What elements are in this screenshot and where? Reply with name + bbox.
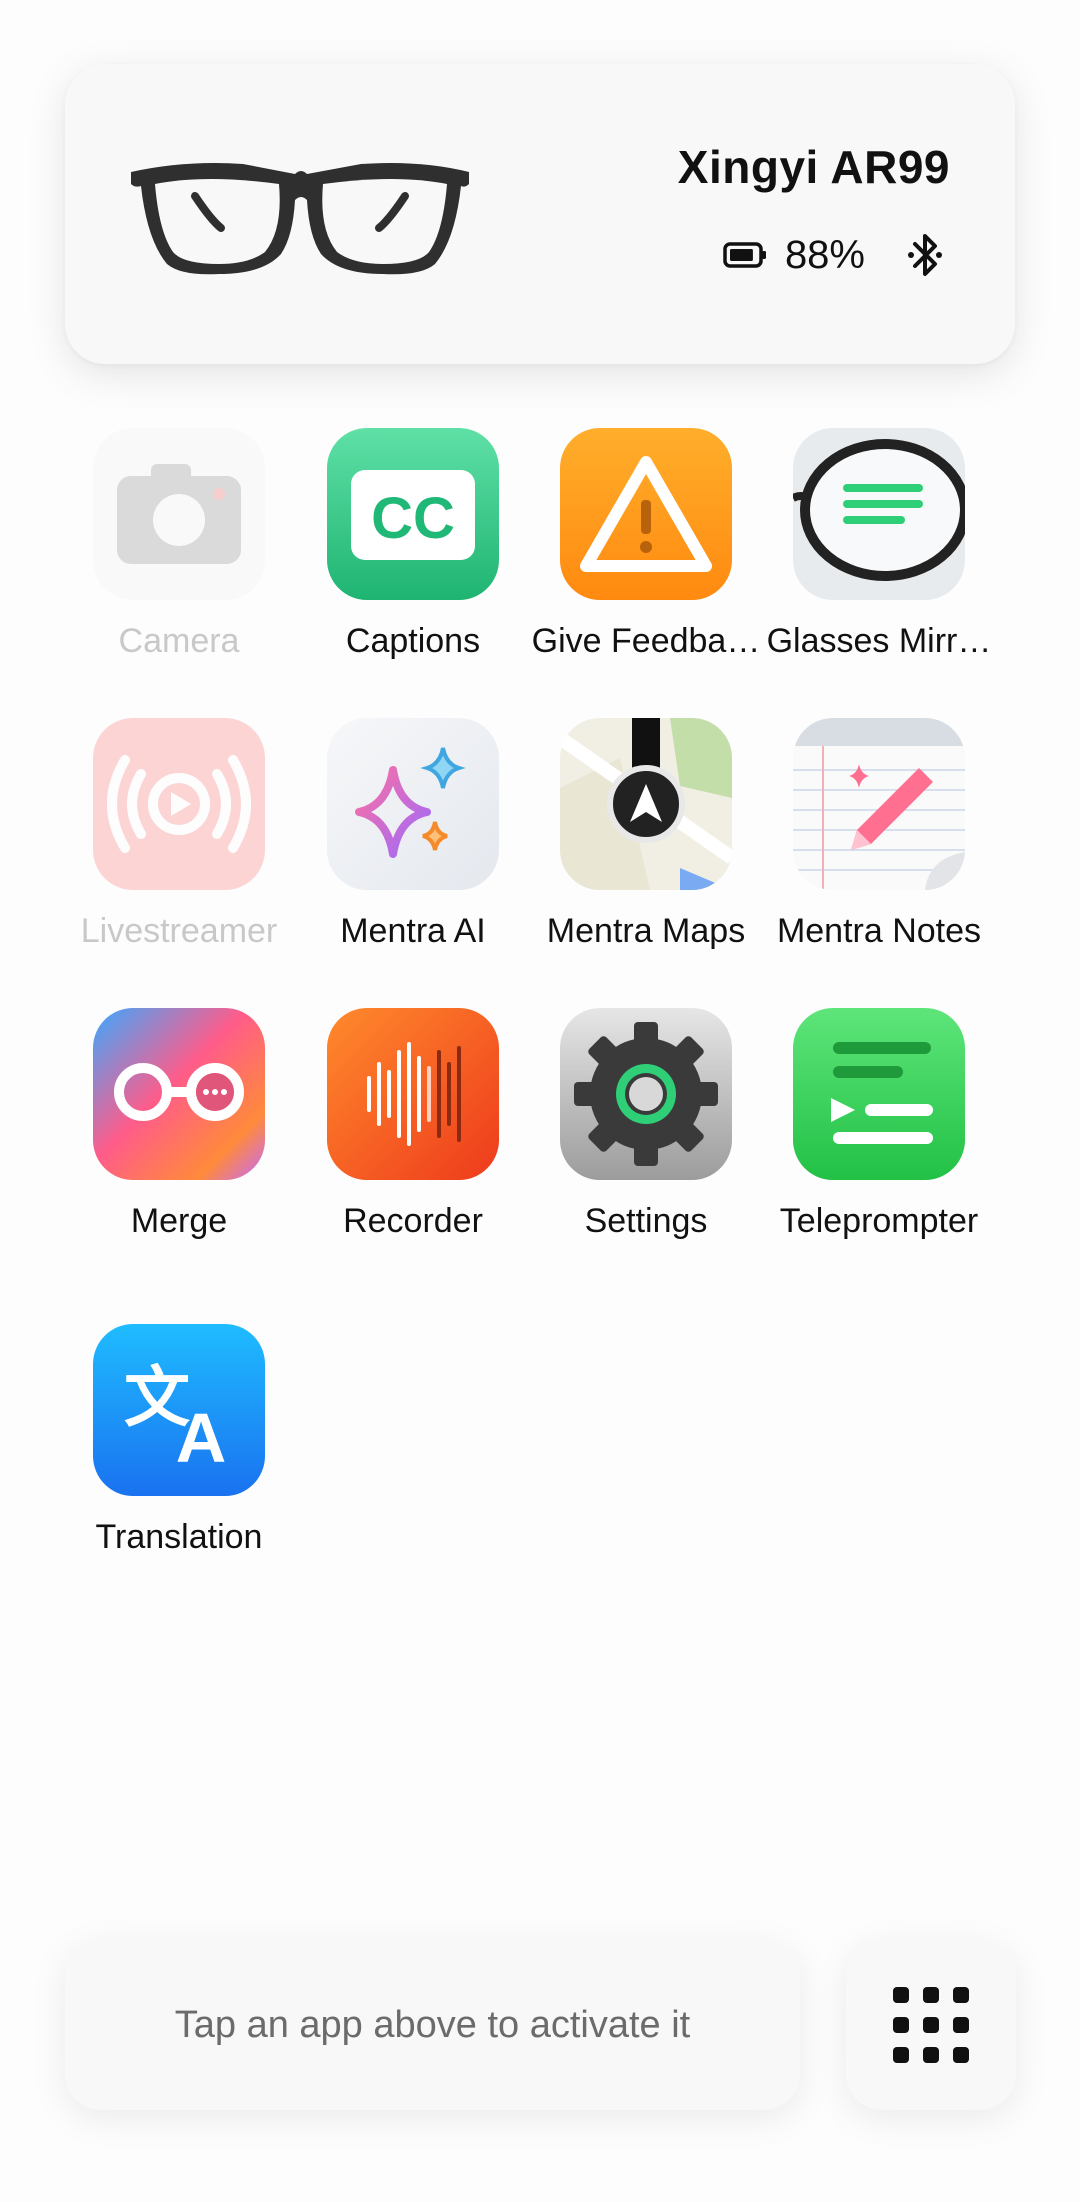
app-label: Settings: [584, 1202, 708, 1240]
battery-icon: [723, 242, 766, 268]
app-label: Mentra Notes: [776, 912, 982, 950]
app-label: Teleprompter: [779, 1202, 979, 1240]
app-recorder[interactable]: Recorder: [294, 1008, 532, 1241]
app-merge[interactable]: Merge: [60, 1008, 298, 1241]
app-livestreamer[interactable]: Livestreamer: [60, 718, 298, 951]
app-label: Camera: [118, 622, 240, 660]
device-card[interactable]: Xingyi AR99 88%: [65, 64, 1015, 364]
waveform-icon: [327, 1008, 499, 1180]
gear-icon: [560, 1008, 732, 1180]
app-camera[interactable]: Camera: [60, 428, 298, 661]
app-label: Translation: [95, 1518, 263, 1556]
activation-hint-text: Tap an app above to activate it: [174, 2003, 691, 2046]
glasses-image: [131, 163, 469, 275]
device-name: Xingyi AR99: [677, 141, 950, 193]
device-status: 88%: [723, 232, 945, 278]
app-captions[interactable]: CC Captions: [294, 428, 532, 661]
merge-glasses-chat-icon: [93, 1008, 265, 1180]
glasses-mirror-icon: [793, 428, 965, 600]
app-label: Livestreamer: [80, 912, 278, 950]
translate-icon: 文 A: [93, 1324, 265, 1496]
battery-percent: 88%: [784, 232, 865, 277]
app-grid-button[interactable]: [846, 1940, 1016, 2110]
app-label: Merge: [130, 1202, 228, 1240]
livestream-icon: [93, 718, 265, 890]
app-mentra-ai[interactable]: Mentra AI: [294, 718, 532, 951]
svg-text:CC: CC: [371, 486, 455, 551]
app-mentra-notes[interactable]: Mentra Notes: [760, 718, 998, 951]
app-teleprompter[interactable]: Teleprompter: [760, 1008, 998, 1241]
camera-icon: [93, 428, 265, 600]
app-grid-icon: [893, 1987, 969, 2063]
svg-text:A: A: [176, 1399, 227, 1477]
app-label: Recorder: [343, 1202, 483, 1240]
app-settings[interactable]: Settings: [527, 1008, 765, 1241]
bluetooth-icon: [908, 234, 942, 276]
notes-pencil-icon: [793, 718, 965, 890]
sparkles-icon: [327, 718, 499, 890]
app-give-feedback[interactable]: Give Feedba…: [527, 428, 765, 661]
app-glasses-mirror[interactable]: Glasses Mirr…: [760, 428, 998, 661]
app-translation[interactable]: 文 A Translation: [60, 1324, 298, 1557]
map-navigation-icon: [560, 718, 732, 890]
warning-icon: [560, 428, 732, 600]
activation-hint-bar: Tap an app above to activate it: [65, 1940, 800, 2110]
app-mentra-maps[interactable]: Mentra Maps: [527, 718, 765, 951]
app-label: Mentra Maps: [546, 912, 746, 950]
app-label: Give Feedba…: [531, 622, 761, 660]
captions-icon: CC: [327, 428, 499, 600]
teleprompter-icon: [793, 1008, 965, 1180]
app-label: Captions: [345, 622, 481, 660]
app-label: Glasses Mirr…: [766, 622, 992, 660]
app-label: Mentra AI: [340, 912, 486, 950]
